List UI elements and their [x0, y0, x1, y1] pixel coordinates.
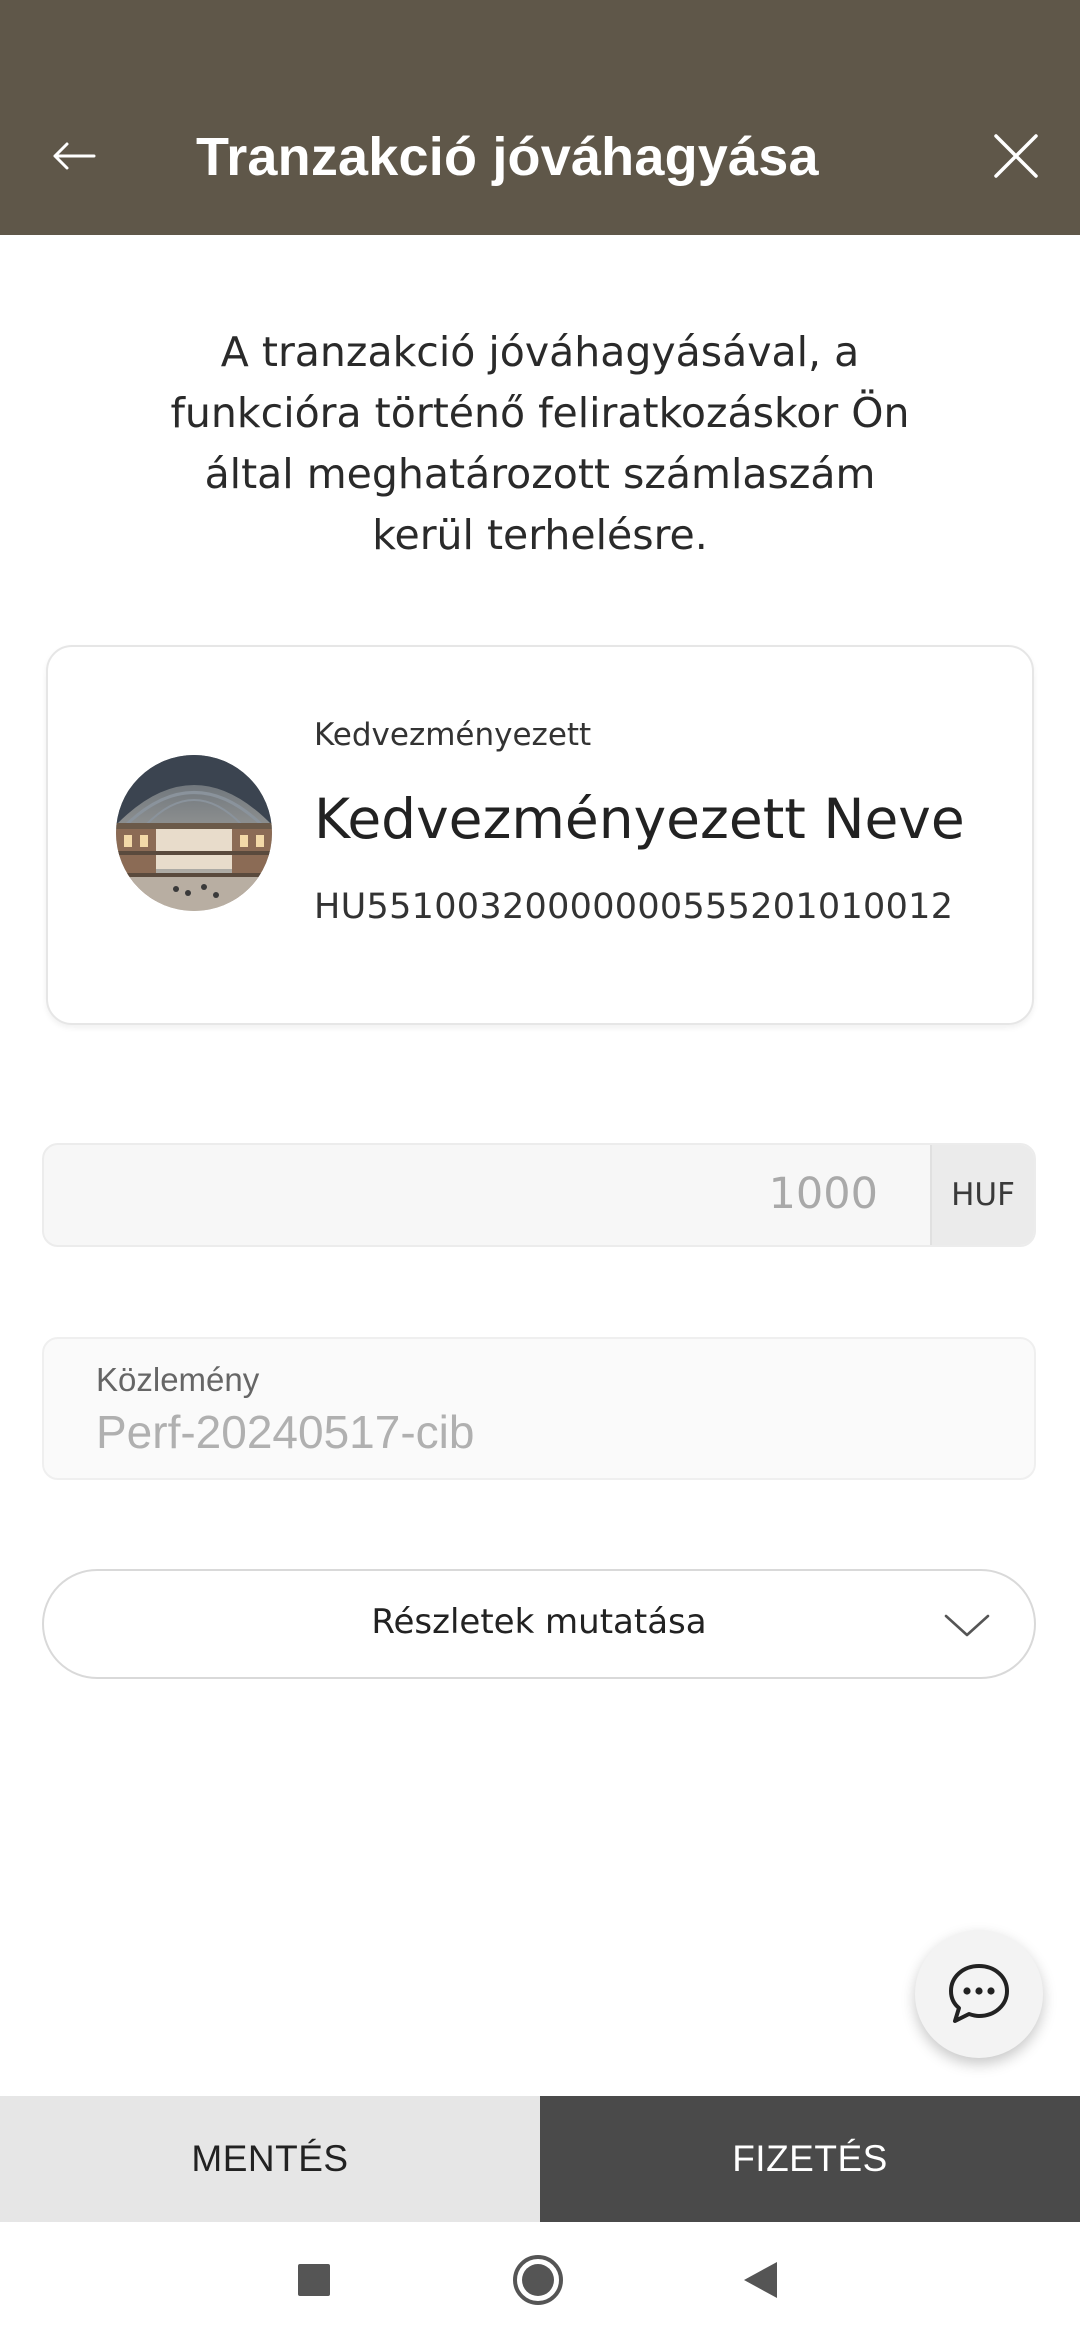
- beneficiary-name: Kedvezményezett Neve: [314, 787, 965, 851]
- save-button[interactable]: MENTÉS: [0, 2096, 540, 2222]
- recents-square-icon: [298, 2264, 330, 2296]
- page-title: Tranzakció jóváhagyása: [196, 127, 819, 187]
- intro-line: kerül terhelésre.: [372, 511, 708, 559]
- intro-line: által meghatározott számlaszám: [204, 450, 876, 498]
- pay-button[interactable]: FIZETÉS: [540, 2096, 1080, 2222]
- close-button[interactable]: [990, 130, 1042, 182]
- chat-button[interactable]: [915, 1930, 1043, 2058]
- intro-line: A tranzakció jóváhagyásával, a: [220, 328, 860, 376]
- arrow-left-icon: [53, 142, 96, 170]
- amount-value: 1000: [768, 1169, 878, 1219]
- note-label: Közlemény: [96, 1361, 260, 1398]
- beneficiary-iban: HU55100320000000555201010012: [314, 887, 954, 927]
- mall-photo-image: [116, 755, 272, 911]
- back-triangle-icon: [744, 2262, 777, 2298]
- chat-bubble-icon: [949, 1964, 1009, 2023]
- recents-button[interactable]: [284, 2250, 344, 2310]
- show-details-button[interactable]: Részletek mutatása: [42, 1569, 1036, 1679]
- beneficiary-card: Kedvezményezett Kedvezményezett Neve HU5…: [46, 645, 1034, 1025]
- intro-line: funkcióra történő feliratkozáskor Ön: [170, 389, 910, 437]
- close-icon: [994, 134, 1038, 178]
- beneficiary-label: Kedvezményezett: [314, 717, 592, 753]
- home-circle-icon: [513, 2255, 563, 2305]
- action-bar: MENTÉS FIZETÉS: [0, 2096, 1080, 2222]
- note-value: Perf-20240517-cib: [96, 1406, 475, 1458]
- app-bar: Tranzakció jóváhagyása: [0, 0, 1080, 235]
- system-nav-bar: [0, 2222, 1080, 2335]
- beneficiary-avatar: [116, 755, 272, 911]
- intro-text: A tranzakció jóváhagyásával, a funkcióra…: [120, 322, 960, 566]
- back-nav-button[interactable]: [730, 2250, 790, 2310]
- home-button[interactable]: [508, 2250, 568, 2310]
- note-field[interactable]: Közlemény Perf-20240517-cib: [42, 1337, 1036, 1480]
- back-button[interactable]: [48, 130, 100, 182]
- amount-field[interactable]: 1000 HUF: [42, 1143, 1036, 1247]
- chevron-down-icon: [944, 1614, 990, 1637]
- currency-label: HUF: [930, 1145, 1034, 1245]
- show-details-label: Részletek mutatása: [371, 1602, 707, 1642]
